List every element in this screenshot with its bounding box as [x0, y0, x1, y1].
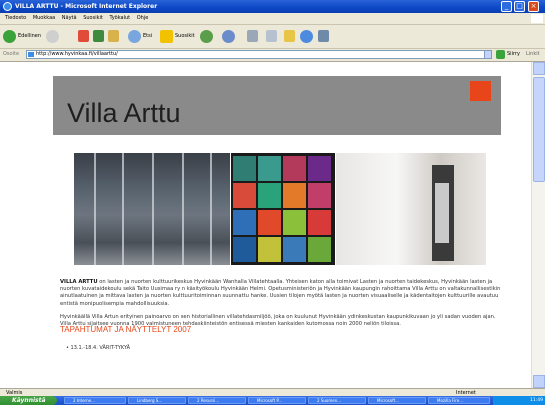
start-button[interactable]: Käynnistä [0, 396, 57, 405]
folder-button[interactable] [284, 28, 295, 44]
search-button[interactable]: Etsi [128, 28, 152, 44]
event-list-item[interactable]: • 13.1.-18.4. VÄRIT-TYKYÄ [66, 345, 130, 351]
internet-explorer-icon [3, 2, 12, 11]
address-label: Osoite [3, 51, 20, 57]
history-button[interactable] [200, 28, 215, 44]
system-tray: 11:49 [493, 396, 545, 405]
messenger-icon [300, 29, 313, 43]
taskbar-button[interactable]: Mozilla Fire... [428, 397, 490, 404]
back-label: Edellinen [18, 33, 41, 39]
address-dropdown-button[interactable] [484, 50, 492, 59]
scroll-thumb[interactable] [533, 77, 545, 182]
search-label: Etsi [143, 33, 153, 39]
photo-factory-hall [74, 153, 230, 265]
forward-button[interactable] [46, 28, 61, 44]
windows-flag-icon [531, 14, 543, 23]
clock: 11:49 [530, 398, 543, 403]
page-icon [28, 52, 34, 57]
links-button[interactable]: Linkit [526, 51, 540, 57]
intro-body: on lasten ja nuorten kulttuurikeskus Hyv… [60, 279, 501, 307]
address-url: http://www.hyvinkaa.fi/villaarttu/ [36, 51, 118, 57]
photo-white-room [336, 153, 486, 265]
site-title: Villa Arttu [67, 98, 181, 128]
research-button[interactable] [318, 28, 329, 44]
home-button[interactable] [108, 28, 119, 44]
menu-help[interactable]: Ohje [137, 13, 149, 24]
taskbar-button[interactable]: 2 Interne... [64, 397, 126, 404]
menu-view[interactable]: Näytä [62, 13, 77, 24]
forward-arrow-icon [46, 29, 59, 43]
edit-icon [266, 30, 277, 42]
back-arrow-icon [3, 29, 16, 43]
taskbar-button[interactable]: 2 Suomen... [308, 397, 366, 404]
refresh-icon [93, 30, 104, 42]
window-title: VILLA ARTTU - Microsoft Internet Explore… [15, 3, 158, 10]
page-viewport: Villa Arttu VILLA ARTTU on lasten ja nuo… [0, 62, 531, 388]
research-icon [318, 30, 329, 42]
print-icon [247, 30, 258, 42]
photo-colored-windows [231, 153, 335, 265]
favorites-button[interactable]: Suosikit [160, 28, 195, 44]
favorites-label: Suosikit [175, 33, 195, 39]
stop-button[interactable] [78, 28, 89, 44]
brand-square [470, 81, 491, 101]
back-button[interactable]: Edellinen [3, 28, 41, 44]
event-text: 13.1.-18.4. VÄRIT-TYKYÄ [70, 345, 131, 351]
menu-tools[interactable]: Työkalut [109, 13, 130, 24]
messenger-button[interactable] [300, 28, 315, 44]
home-icon [108, 30, 119, 42]
vertical-scrollbar[interactable] [531, 62, 545, 388]
page-container: Villa Arttu VILLA ARTTU on lasten ja nuo… [50, 62, 506, 388]
menu-file[interactable]: Tiedosto [5, 13, 26, 24]
taskbar: Käynnistä 2 Interne... Lindberg S... 2 R… [0, 396, 545, 405]
search-icon [128, 29, 141, 43]
intro-bold: VILLA ARTTU [60, 279, 98, 285]
print-button[interactable] [247, 28, 258, 44]
address-bar: Osoite http://www.hyvinkaa.fi/villaarttu… [0, 49, 545, 62]
mail-button[interactable] [222, 28, 237, 44]
taskbar-button[interactable]: 2 Resursi... [188, 397, 246, 404]
menu-favorites[interactable]: Suosikit [83, 13, 103, 24]
scroll-down-button[interactable] [533, 375, 545, 388]
photo-banner [74, 153, 486, 265]
star-icon [160, 29, 173, 43]
close-button[interactable]: × [528, 1, 539, 12]
folder-icon [284, 30, 295, 42]
address-input[interactable]: http://www.hyvinkaa.fi/villaarttu/ [26, 50, 492, 59]
menu-bar: Tiedosto Muokkaa Näytä Suosikit Työkalut… [0, 13, 545, 25]
intro-paragraph: VILLA ARTTU on lasten ja nuorten kulttuu… [60, 279, 506, 308]
mail-icon [222, 29, 235, 43]
minimize-button[interactable]: _ [501, 1, 512, 12]
maximize-button[interactable]: □ [514, 1, 525, 12]
section-title: TAPAHTUMAT JA NÄYTTELYT 2007 [60, 325, 192, 334]
edit-button[interactable] [266, 28, 277, 44]
refresh-button[interactable] [93, 28, 104, 44]
history-icon [200, 29, 213, 43]
stop-icon [78, 30, 89, 42]
scroll-up-button[interactable] [533, 62, 545, 75]
window-title-bar[interactable]: VILLA ARTTU - Microsoft Internet Explore… [0, 0, 545, 13]
taskbar-button[interactable]: Microsoft... [368, 397, 426, 404]
go-arrow-icon[interactable] [496, 50, 505, 59]
taskbar-button[interactable]: Microsoft P... [248, 397, 306, 404]
toolbar: Edellinen Etsi Suosikit [0, 25, 545, 49]
site-header: Villa Arttu [53, 76, 501, 135]
go-button[interactable]: Siirry [507, 51, 520, 57]
menu-edit[interactable]: Muokkaa [33, 13, 55, 24]
taskbar-button[interactable]: Lindberg S... [128, 397, 186, 404]
